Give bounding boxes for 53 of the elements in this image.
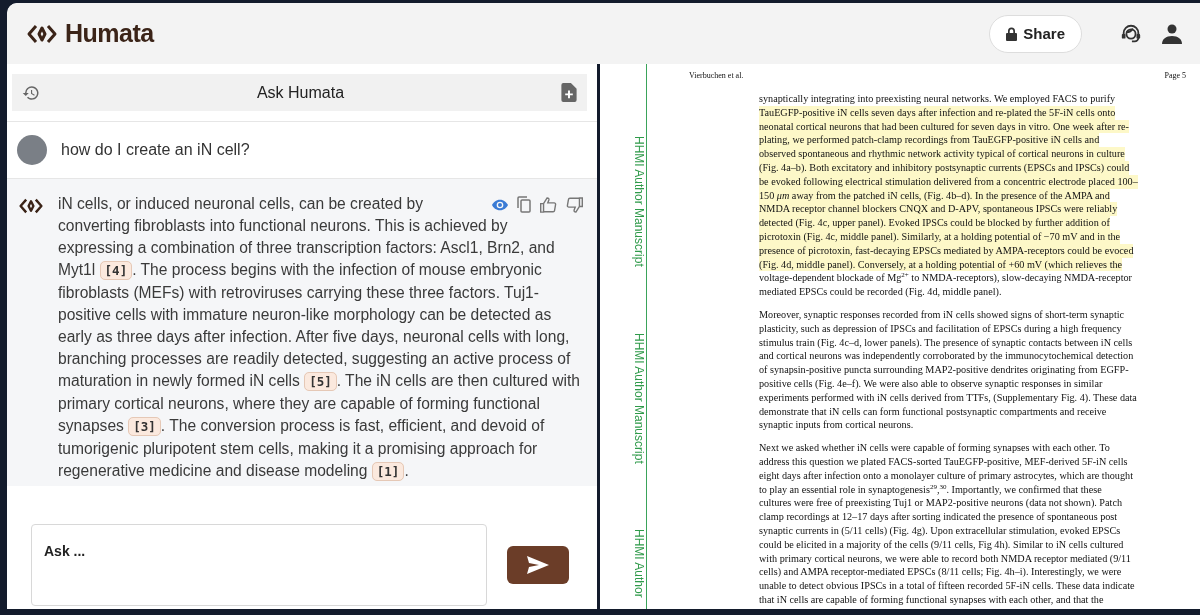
manuscript-side-label: HHMI Author — [631, 529, 646, 599]
share-button[interactable]: Share — [989, 14, 1082, 53]
document-text-line: clamp recordings at 12–17 days after sorting indicated the presence of spontaneous post — [759, 510, 1118, 524]
history-icon[interactable] — [22, 83, 40, 102]
document-text-line: that iN cells are capable of forming functional synapses with each other, and that the — [759, 592, 1104, 607]
document-text-line: Next we asked whether iN cells were capable of forming synapses with each other. To — [759, 441, 1110, 455]
document-text-line: stimulus train (Fig. 4c–d, lower panels). The presence of synaptic contacts between iN cells — [759, 335, 1133, 350]
lock-icon — [1006, 26, 1018, 41]
send-icon — [527, 555, 549, 574]
document-text-line: address this question we plated FACS-sorted TauEGFP-positive, MEF-derived 5F-iN cells — [759, 454, 1128, 469]
document-text-line: of synapsin-positive puncta surrounding MAP2-positive dendrites originating from EGFP- — [759, 363, 1129, 377]
citation-link[interactable]: [5] — [304, 372, 337, 391]
document-text-line: could be elicited in a majority of the cells (9/11 cells, Fig 4h). Similar to iN cells cultured — [759, 537, 1124, 552]
document-text-line: plasticity, such as depression of IPSCs and facilitation of EPSCs during a high frequency — [759, 321, 1122, 336]
document-text-line: Moreover, synaptic responses recorded from iN cells showed signs of short-term synaptic — [759, 307, 1125, 322]
user-icon[interactable] — [1162, 23, 1182, 44]
logo-icon — [27, 22, 57, 45]
document-text-line: positive cells (Fig. 4e–f). We were also able to observe synaptic responses in similar — [759, 376, 1103, 391]
document-text-line: demonstrate that iN cells can form functional postsynaptic compartments and receive — [759, 404, 1107, 419]
document-text-line: with primary cortical neurons, we were able to record both NMDA receptor mediated (9/11 — [759, 551, 1131, 566]
manuscript-side-label: HHMI Author Manuscript — [631, 136, 646, 267]
running-head: Vierbuchen et al. — [689, 71, 744, 80]
document-text-line: voltage-dependent blockade of Mg$^{2+}$ to NMDA-receptors), slow-decaying NMDA-receptor — [759, 271, 1132, 286]
copy-icon[interactable] — [517, 196, 531, 213]
document-text-line: synaptically integrating into preexisting neural networks. We employed FACS to purify — [759, 92, 1116, 106]
app-logo-text: Humata — [65, 19, 154, 48]
user-avatar — [17, 135, 47, 165]
user-question: how do I create an iN cell? — [61, 141, 250, 159]
eye-icon[interactable] — [492, 198, 508, 211]
citation-link[interactable]: [4] — [99, 261, 133, 280]
answer-text: iN cells, or induced neuronal cells, can be created by converting fibroblasts into functional neurons. This is achieved by expressing a combination of three transcription factors: Ascl1, Brn2, and Myt1l [4] . The process begins with the infection of mouse embryonic fibroblasts (MEFs) with retroviruses carrying these three factors. Tuj1-positive cells with immature neuron-like morphology can be detected as early as three days after infection. After five days, neuronal cells with long, branching processes are readily detected, suggesting an active process of maturation in newly formed iN cells [5] . The iN cells are then cultured with primary cortical neurons, where they are capable of forming functional synapses [3] . The conversion process is fast, efficient, and devoid of tumorigenic pluripotent stem cells, making it a promising approach for regenerative medicine and disease modeling [1] . — [58, 193, 583, 478]
thumbs-down-icon[interactable] — [566, 196, 583, 213]
page-number: Page 5 — [1164, 71, 1186, 80]
document-text-line: synaptic currents in (5/11 cells) (Fig. 4g). Upon extracellular stimulation, evoked EPSCs — [759, 523, 1121, 538]
document-text-line: to play an essential role in synaptogenesis$^{29}$,$^{30}$. Importantly, we confirmed that these — [759, 482, 1102, 497]
thumbs-up-icon[interactable] — [540, 196, 557, 213]
document-text-line: experiments performed with iN cells derived from TTFs, (Supplementary Fig. 4). These data — [759, 390, 1137, 405]
ask-input-field[interactable]: Ask ... — [31, 523, 487, 606]
citation-link[interactable]: [1] — [371, 462, 405, 481]
document-text-line: mediated EPSCs could be recorded (Fig. 4d, middle panel). — [759, 285, 1002, 299]
send-button[interactable] — [507, 545, 569, 584]
document-text-line: synaptic inputs from cortical neurons. — [759, 418, 914, 433]
chat-title: Ask Humata — [255, 83, 346, 102]
assistant-logo-icon — [19, 197, 43, 215]
document-text-line: unable to detect obvious IPSCs in a total of fifteen recorded 5F-iN cells. These data indicate — [759, 579, 1135, 593]
support-headset-icon[interactable] — [1120, 22, 1142, 45]
document-text-line: cells) and AMPA receptor-mediated EPSCs (8/11 cells; Fig. 4h–i). Interestingly, we were — [759, 565, 1122, 580]
citation-link[interactable]: [3] — [128, 417, 161, 436]
manuscript-side-label: HHMI Author Manuscript — [631, 332, 646, 464]
add-document-icon[interactable] — [561, 83, 577, 102]
document-text-line: cultures were free of preexisting Tuj1 or MAP2-positive neurons (data not shown). Patch — [759, 496, 1122, 511]
document-text-line: and cortical neurons was independently corroborated by the immunocytochemical detection — [759, 349, 1134, 364]
document-text-line: eight days after infection onto a monolayer culture of primary astrocytes, which are thought — [759, 468, 1133, 483]
